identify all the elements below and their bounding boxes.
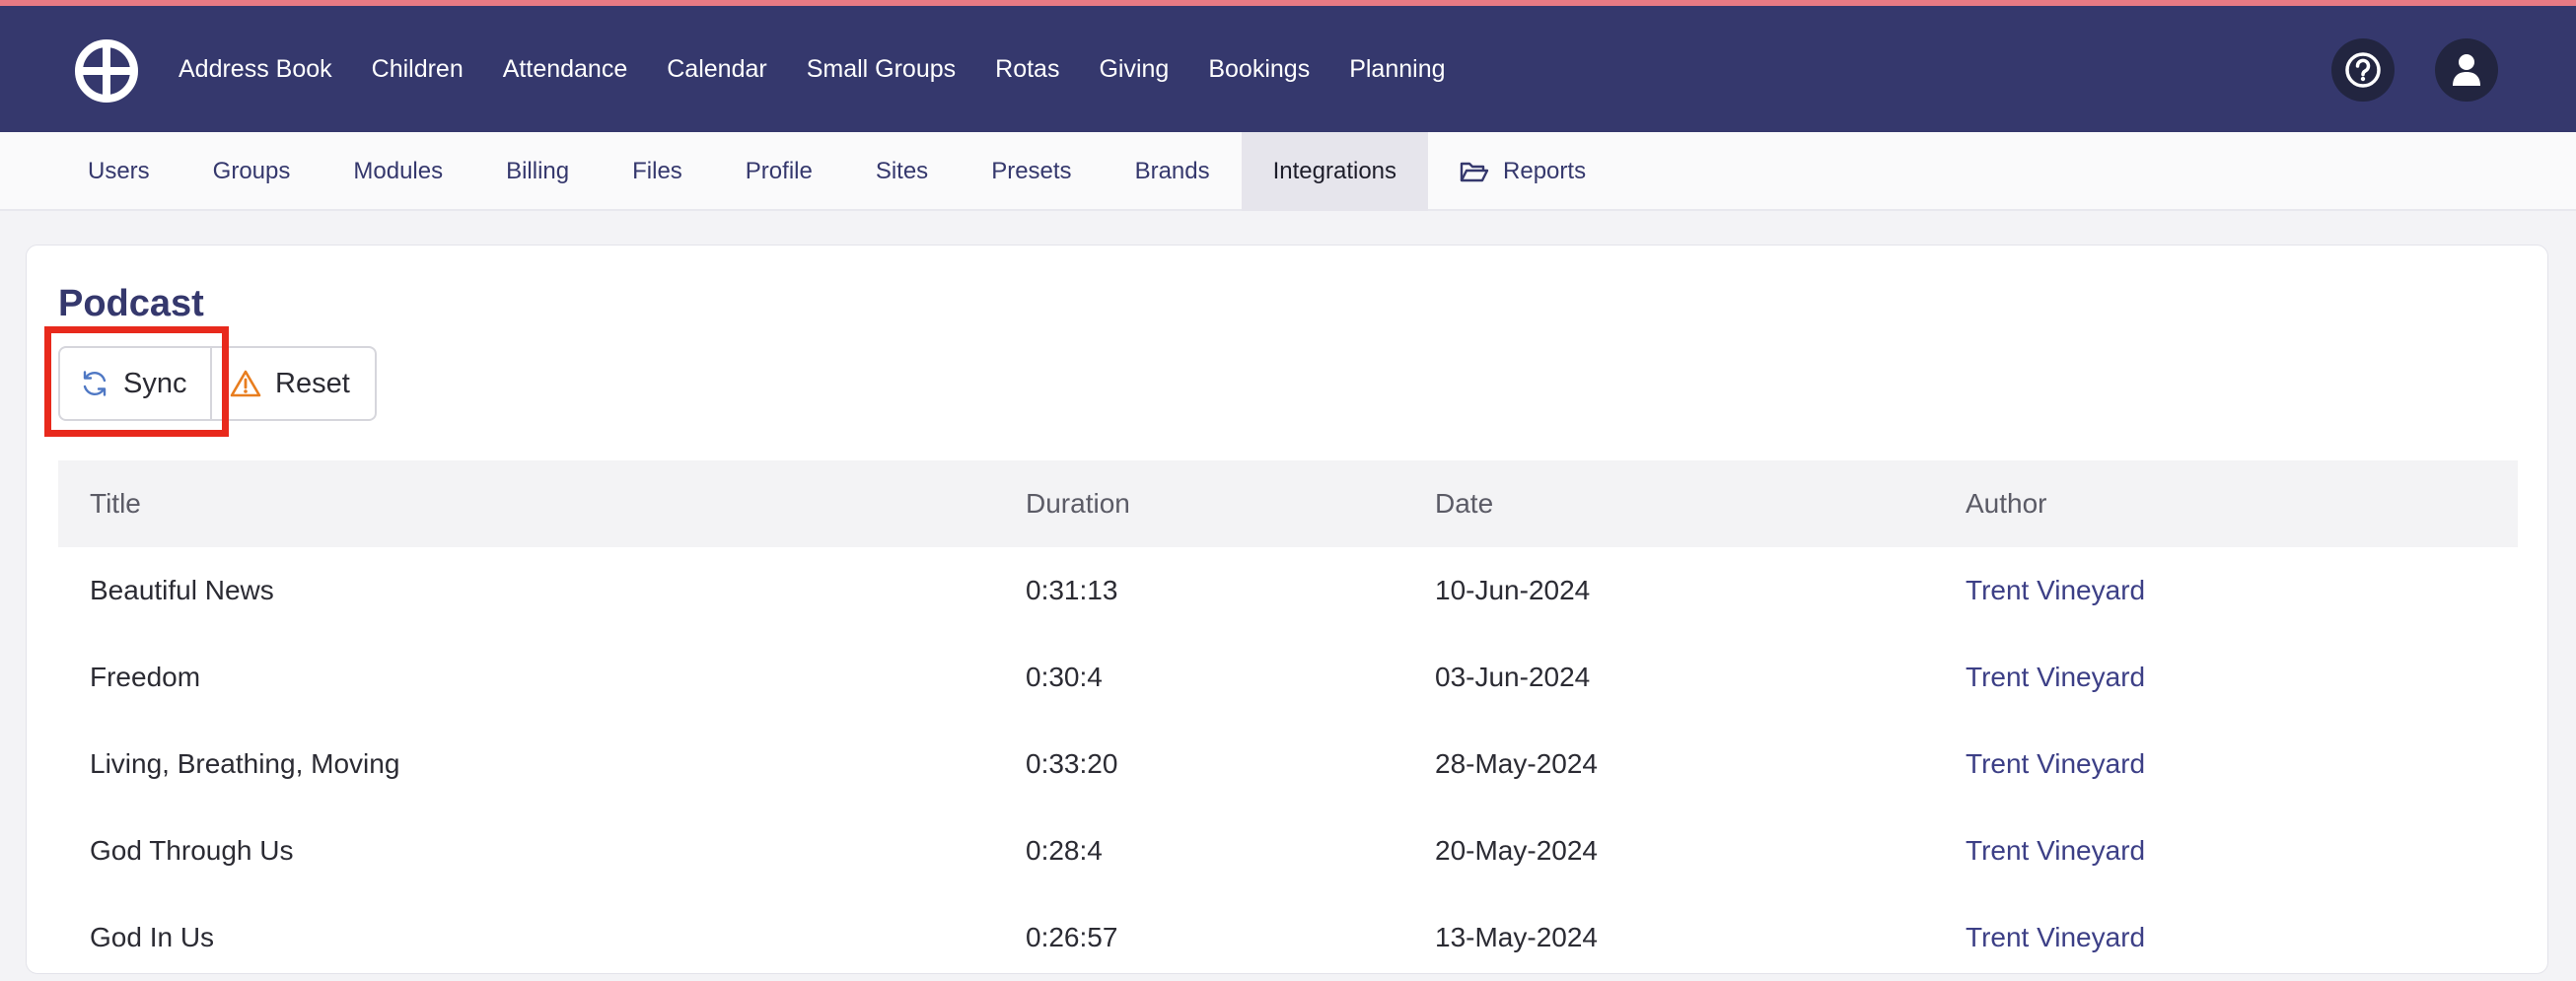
header-duration[interactable]: Duration [1026,488,1130,520]
warning-icon [230,369,261,398]
nav-attendance[interactable]: Attendance [503,55,628,84]
user-icon [2453,54,2480,86]
table-row[interactable]: Beautiful News 0:31:13 10-Jun-2024 Trent… [58,547,2518,634]
row-title: Living, Breathing, Moving [90,748,400,779]
row-date: 20-May-2024 [1435,835,1598,866]
header-title[interactable]: Title [90,488,141,520]
cross-circle-logo[interactable] [75,39,138,103]
row-author-link[interactable]: Trent Vineyard [1966,835,2145,867]
nav-children[interactable]: Children [372,55,464,84]
tab-presets[interactable]: Presets [960,132,1103,211]
nav-giving[interactable]: Giving [1099,55,1169,84]
tab-modules[interactable]: Modules [322,132,474,211]
row-author-link[interactable]: Trent Vineyard [1966,748,2145,780]
row-duration: 0:33:20 [1026,748,1118,779]
page-title: Podcast [58,283,204,324]
tab-sites[interactable]: Sites [844,132,960,211]
row-author-link[interactable]: Trent Vineyard [1966,575,2145,606]
tab-integrations[interactable]: Integrations [1241,132,1429,211]
table-header-row: Title Duration Date Author [58,460,2518,547]
row-title: Freedom [90,662,201,692]
podcast-card: Podcast Sync Reset Title Duration Date A… [26,245,2548,974]
admin-sub-navigation: Users Groups Modules Billing Files Profi… [0,132,2576,211]
sync-button[interactable]: Sync [58,346,212,421]
tab-reports[interactable]: Reports [1428,132,1617,211]
row-title: God Through Us [90,835,294,866]
reset-button-label: Reset [275,367,350,399]
header-date[interactable]: Date [1435,488,1493,520]
reset-button[interactable]: Reset [212,346,377,421]
row-duration: 0:28:4 [1026,835,1103,866]
nav-address-book[interactable]: Address Book [179,55,332,84]
tab-files[interactable]: Files [601,132,714,211]
row-author-link[interactable]: Trent Vineyard [1966,662,2145,693]
row-title: God In Us [90,922,215,952]
folder-open-icon [1460,160,1489,183]
top-navigation-bar: Address Book Children Attendance Calenda… [0,6,2576,132]
table-row[interactable]: God Through Us 0:28:4 20-May-2024 Trent … [58,807,2518,894]
podcast-actions: Sync Reset [58,346,377,421]
question-circle-icon [2345,52,2381,88]
main-nav-links: Address Book Children Attendance Calenda… [179,6,1485,132]
nav-bookings[interactable]: Bookings [1208,55,1310,84]
header-author[interactable]: Author [1966,488,2047,520]
table-row[interactable]: Living, Breathing, Moving 0:33:20 28-May… [58,721,2518,807]
tab-groups[interactable]: Groups [181,132,322,211]
nav-planning[interactable]: Planning [1349,55,1445,84]
row-author-link[interactable]: Trent Vineyard [1966,922,2145,953]
table-row[interactable]: Freedom 0:30:4 03-Jun-2024 Trent Vineyar… [58,634,2518,721]
row-date: 03-Jun-2024 [1435,662,1591,692]
tab-billing[interactable]: Billing [474,132,601,211]
row-duration: 0:31:13 [1026,575,1118,605]
tab-brands[interactable]: Brands [1104,132,1242,211]
row-date: 13-May-2024 [1435,922,1598,952]
podcast-table: Title Duration Date Author Beautiful New… [58,460,2518,981]
row-duration: 0:26:57 [1026,922,1118,952]
tab-users[interactable]: Users [56,132,181,211]
user-account-button[interactable] [2435,38,2498,102]
table-row[interactable]: God In Us 0:26:57 13-May-2024 Trent Vine… [58,894,2518,981]
sync-button-label: Sync [123,367,187,399]
sync-icon [80,369,109,398]
nav-calendar[interactable]: Calendar [667,55,766,84]
row-date: 10-Jun-2024 [1435,575,1591,605]
row-title: Beautiful News [90,575,274,605]
help-button[interactable] [2331,38,2395,102]
nav-small-groups[interactable]: Small Groups [807,55,956,84]
nav-rotas[interactable]: Rotas [995,55,1059,84]
tab-profile[interactable]: Profile [714,132,844,211]
row-duration: 0:30:4 [1026,662,1103,692]
row-date: 28-May-2024 [1435,748,1598,779]
